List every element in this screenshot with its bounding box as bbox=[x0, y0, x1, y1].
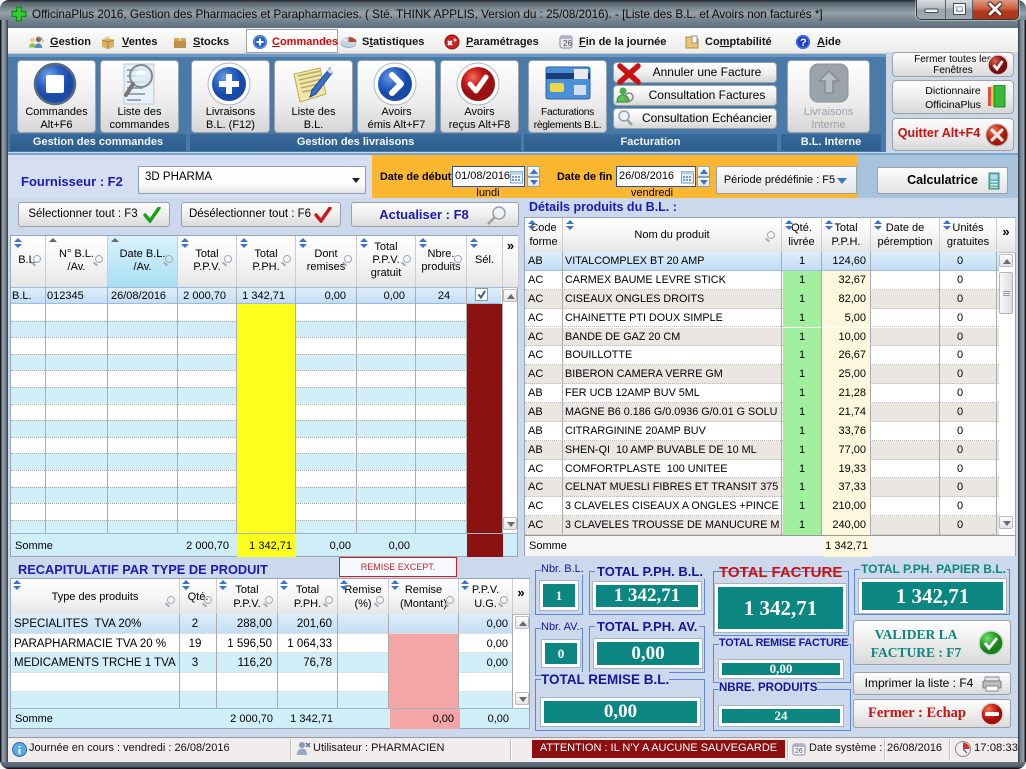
svg-text:26: 26 bbox=[795, 748, 803, 755]
svg-text:?: ? bbox=[800, 37, 807, 49]
svg-text:26: 26 bbox=[563, 39, 572, 48]
